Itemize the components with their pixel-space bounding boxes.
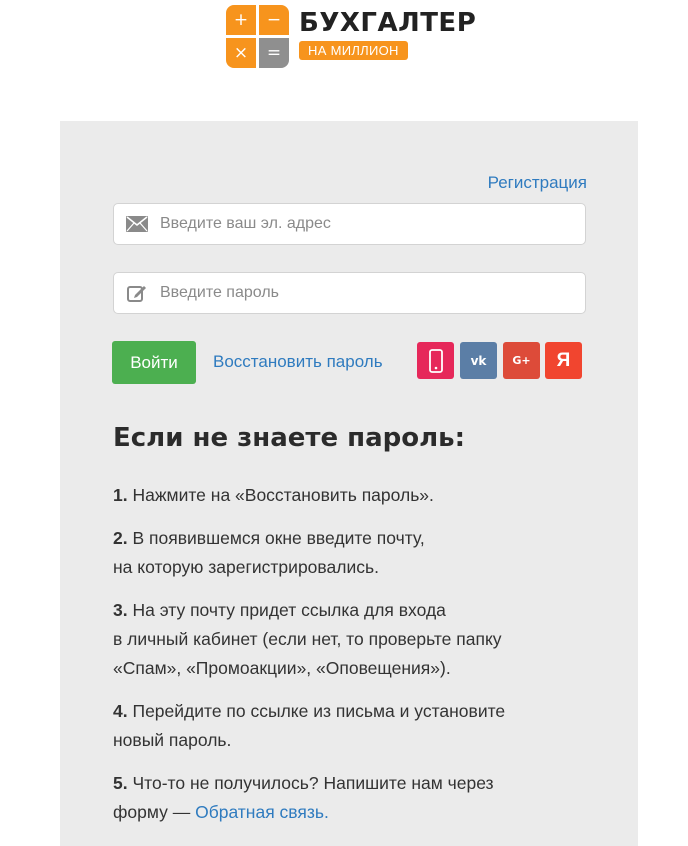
help-step: 4. Перейдите по ссылке из письма и устан…: [113, 697, 613, 755]
restore-password-link[interactable]: Восстановить пароль: [213, 352, 383, 372]
login-button[interactable]: Войти: [112, 341, 196, 384]
step-text: в личный кабинет (если нет, то проверьте…: [113, 629, 502, 649]
password-field[interactable]: [113, 272, 586, 314]
phone-icon: [428, 348, 443, 373]
step-text: На эту почту придет ссылка для входа: [132, 600, 446, 620]
vk-login-button[interactable]: vk: [460, 342, 497, 379]
help-step: 3. На эту почту придет ссылка для входа …: [113, 596, 613, 683]
multiply-icon: ×: [226, 38, 256, 68]
password-input[interactable]: [160, 273, 560, 313]
edit-icon: [114, 283, 160, 303]
envelope-icon: [114, 216, 160, 232]
step-text: форму —: [113, 802, 196, 822]
step-number: 4.: [113, 701, 128, 721]
logo-subtitle: НА МИЛЛИОН: [299, 40, 408, 60]
register-link[interactable]: Регистрация: [488, 173, 587, 193]
email-field[interactable]: [113, 203, 586, 245]
step-text: Что-то не получилось? Напишите нам через: [132, 773, 494, 793]
email-input[interactable]: [160, 204, 560, 244]
step-number: 3.: [113, 600, 128, 620]
help-step: 5. Что-то не получилось? Напишите нам че…: [113, 769, 613, 827]
step-text: новый пароль.: [113, 730, 232, 750]
vk-icon: vk: [470, 353, 487, 368]
help-steps-list: 1. Нажмите на «Восстановить пароль». 2. …: [113, 481, 613, 841]
help-title: Если не знаете пароль:: [113, 423, 466, 453]
step-number: 1.: [113, 485, 128, 505]
google-plus-login-button[interactable]: G+: [503, 342, 540, 379]
logo-text: БУХГАЛТЕР НА МИЛЛИОН: [299, 9, 476, 60]
plus-icon: +: [226, 5, 256, 35]
step-text: В появившемся окне введите почту,: [132, 528, 425, 548]
yandex-icon: Я: [556, 349, 571, 371]
step-text: «Спам», «Промоакции», «Оповещения»).: [113, 658, 451, 678]
yandex-login-button[interactable]: Я: [545, 342, 582, 379]
calculator-logo-icon: + − × =: [226, 5, 289, 68]
step-number: 2.: [113, 528, 128, 548]
google-plus-icon: G+: [512, 354, 531, 367]
step-text: Перейдите по ссылке из письма и установи…: [132, 701, 506, 721]
step-number: 5.: [113, 773, 128, 793]
login-card: Регистрация Войти Восстановить пароль vk: [60, 121, 638, 846]
feedback-link[interactable]: Обратная связь.: [195, 802, 329, 822]
help-step: 2. В появившемся окне введите почту, на …: [113, 524, 613, 582]
help-step: 1. Нажмите на «Восстановить пароль».: [113, 481, 613, 510]
step-text: на которую зарегистрировались.: [113, 557, 379, 577]
site-logo[interactable]: + − × = БУХГАЛТЕР НА МИЛЛИОН: [226, 5, 476, 68]
equals-icon: =: [259, 38, 289, 68]
step-text: Нажмите на «Восстановить пароль».: [132, 485, 434, 505]
minus-icon: −: [259, 5, 289, 35]
logo-title: БУХГАЛТЕР: [299, 8, 477, 38]
phone-login-button[interactable]: [417, 342, 454, 379]
